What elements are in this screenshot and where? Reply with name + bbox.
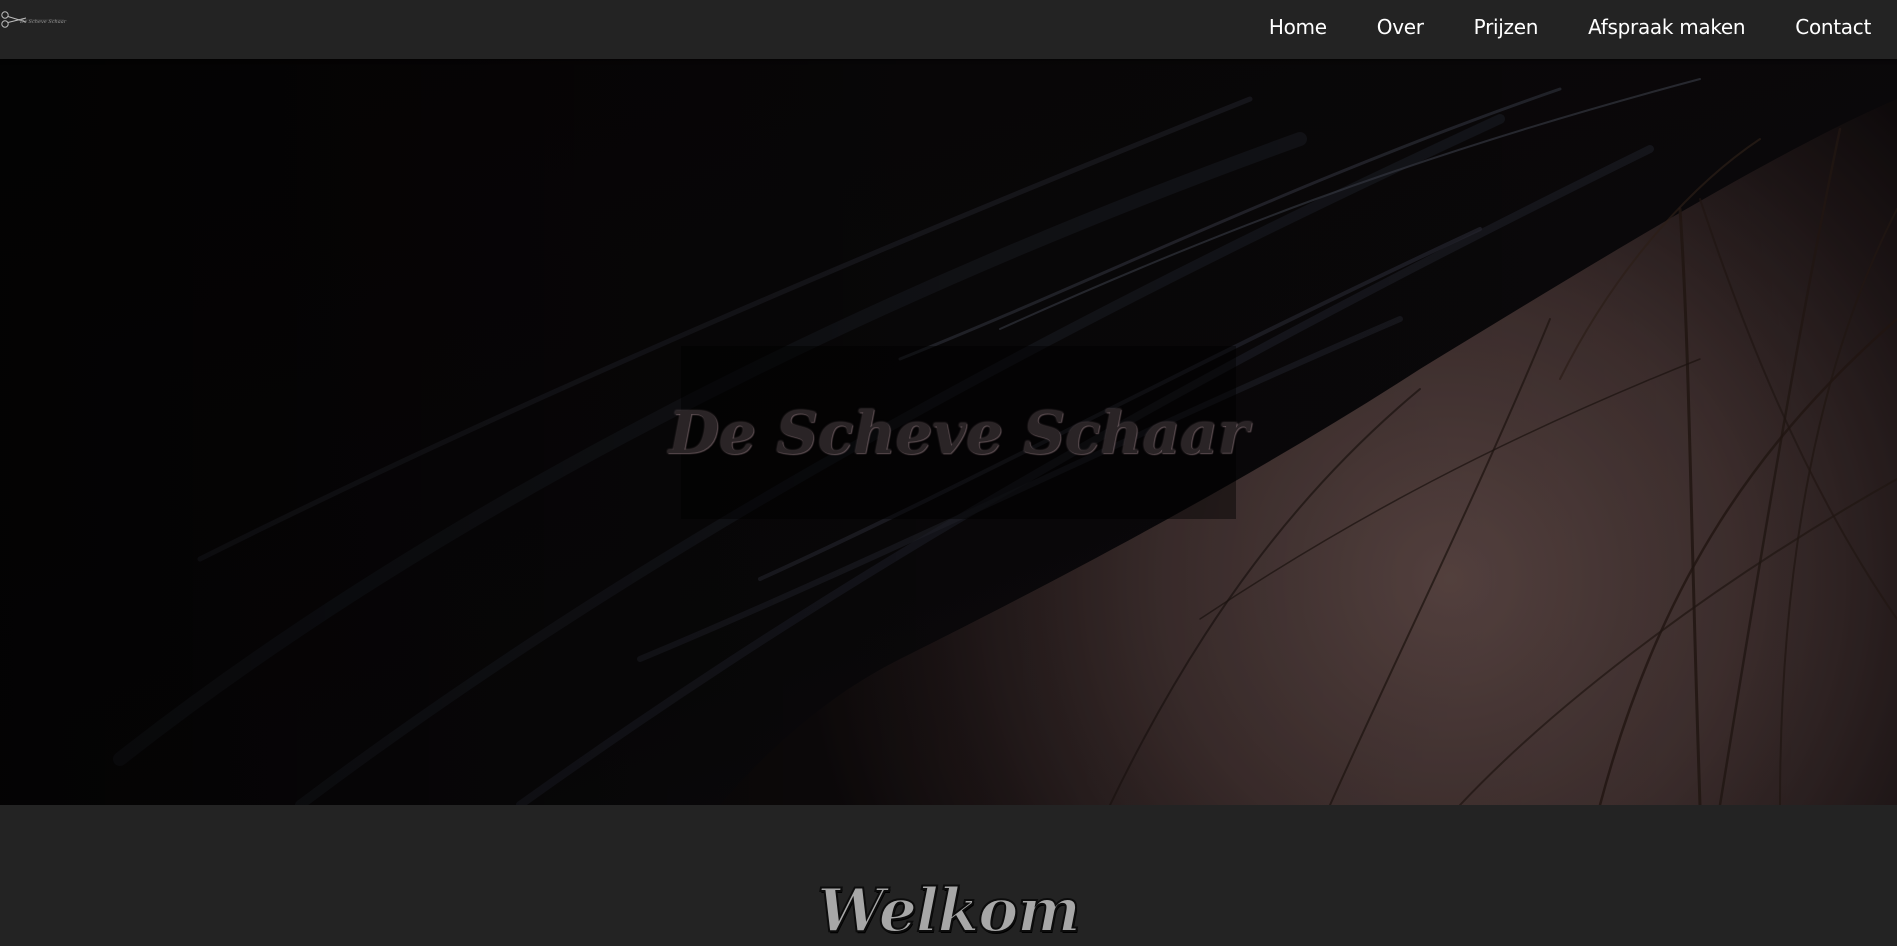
hero-title: De Scheve Schaar bbox=[668, 398, 1249, 467]
site-logo[interactable]: De Scheve Schaar bbox=[0, 9, 72, 31]
welcome-section: Welkom bbox=[0, 805, 1897, 946]
site-header: De Scheve Schaar Home Over Prijzen Afspr… bbox=[0, 0, 1897, 59]
nav-contact[interactable]: Contact bbox=[1795, 15, 1871, 39]
nav-prijzen[interactable]: Prijzen bbox=[1474, 15, 1539, 39]
hero-section: De Scheve Schaar bbox=[0, 59, 1897, 805]
logo-text: De Scheve Schaar bbox=[20, 19, 67, 25]
welcome-title: Welkom bbox=[816, 875, 1082, 946]
nav-afspraak-maken[interactable]: Afspraak maken bbox=[1588, 15, 1745, 39]
main-nav: Home Over Prijzen Afspraak maken Contact bbox=[1219, 0, 1897, 54]
hero-title-box: De Scheve Schaar bbox=[669, 346, 1248, 519]
nav-over[interactable]: Over bbox=[1377, 15, 1424, 39]
nav-home[interactable]: Home bbox=[1269, 15, 1327, 39]
